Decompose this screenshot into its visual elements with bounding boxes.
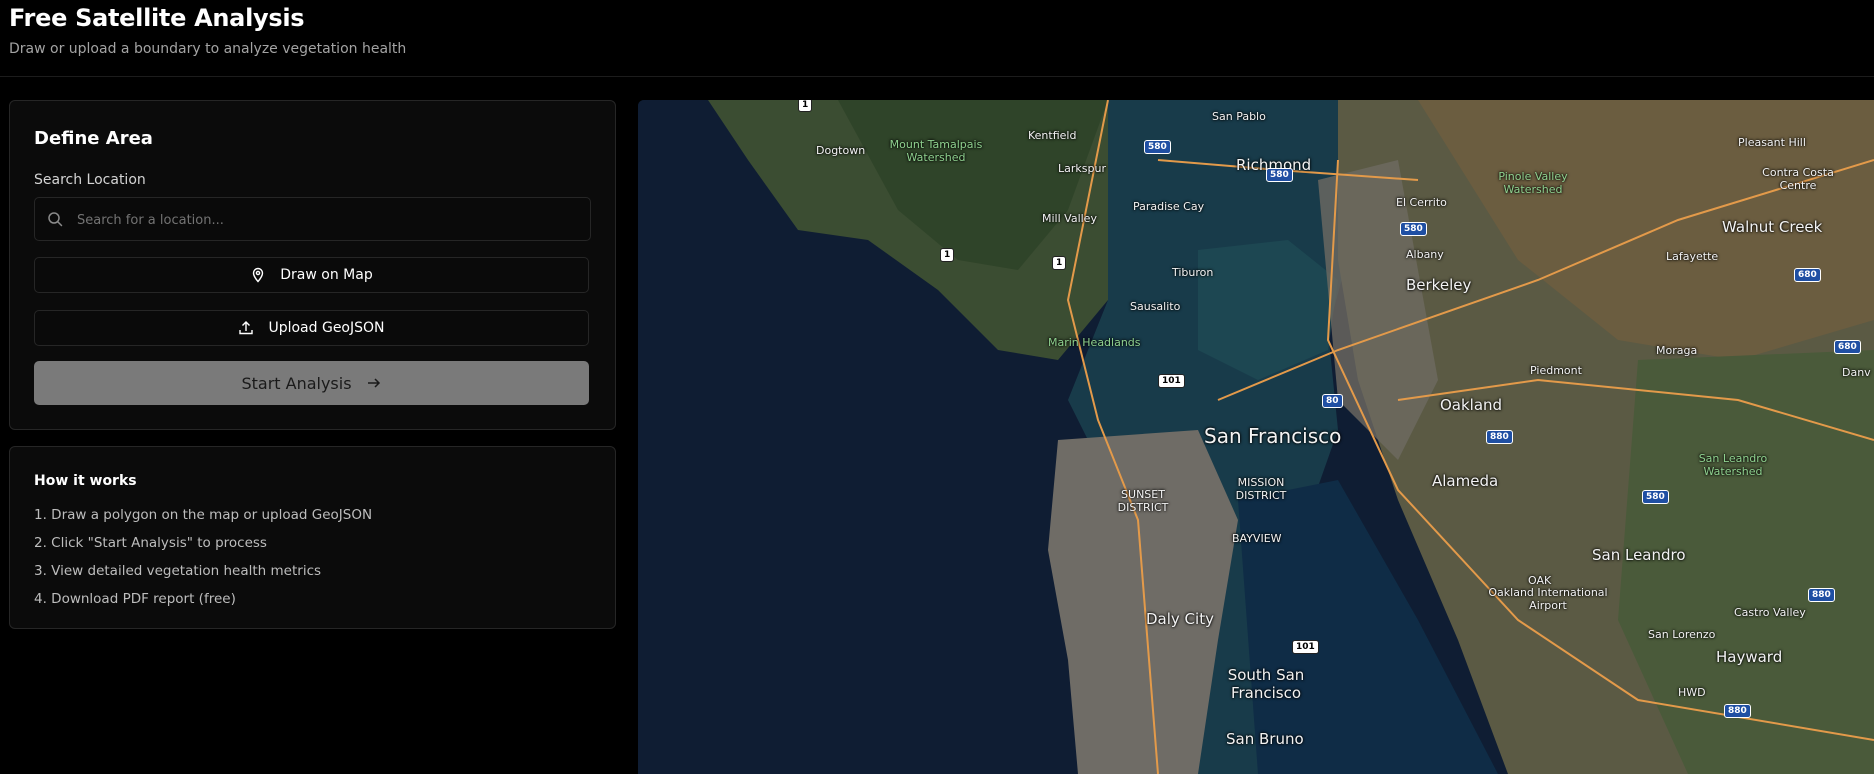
map-label: South San Francisco [1227,666,1305,702]
map-label: San Bruno [1226,730,1304,748]
map-label: Mill Valley [1042,212,1097,225]
map-label: Tiburon [1172,266,1214,279]
highway-shield: 580 [1400,222,1427,236]
how-it-works-steps: 1. Draw a polygon on the map or upload G… [34,501,372,613]
map-label: Dogtown [816,144,866,157]
step-item: 4. Download PDF report (free) [34,591,236,607]
step-item: 1. Draw a polygon on the map or upload G… [34,507,373,523]
satellite-map[interactable]: San Pablo Dogtown Mount Tamalpais Waters… [638,100,1874,774]
upload-geojson-label: Upload GeoJSON [268,320,385,336]
highway-shield: 880 [1486,430,1513,444]
highway-shield: 580 [1266,168,1293,182]
map-label: Lafayette [1666,250,1719,263]
highway-shield: 880 [1808,588,1835,602]
map-label: San Lorenzo [1648,628,1716,641]
map-label: Sausalito [1130,300,1181,313]
search-input[interactable] [75,198,579,242]
map-label: MISSION DISTRICT [1235,476,1287,502]
highway-shield: 680 [1794,268,1821,282]
map-label: Daly City [1146,610,1214,628]
map-label: San Pablo [1212,110,1266,123]
map-label: San Leandro Watershed [1698,452,1768,478]
draw-on-map-button[interactable]: Draw on Map [34,257,589,293]
map-label: Walnut Creek [1722,218,1823,236]
define-area-title: Define Area [34,128,153,149]
map-label: San Francisco [1204,424,1342,448]
search-box [34,197,591,242]
map-label: Kentfield [1028,129,1077,142]
map-label: Albany [1406,248,1444,261]
arrow-right-icon [367,378,380,388]
map-label: Piedmont [1530,364,1582,377]
page-header: Free Satellite Analysis Draw or upload a… [0,0,1874,77]
map-label: SUNSET DISTRICT [1117,488,1169,514]
map-label: Moraga [1656,344,1698,357]
map-label: Marin Headlands [1048,336,1141,349]
map-label: Castro Valley [1734,606,1806,619]
highway-shield: 580 [1642,490,1669,504]
map-label: Berkeley [1406,276,1472,294]
highway-shield: 1 [1052,256,1067,270]
highway-shield: 580 [1144,140,1171,154]
map-label: Oakland International Airport [1488,586,1608,612]
map-label: BAYVIEW [1232,532,1282,545]
start-analysis-button[interactable]: Start Analysis [34,361,589,405]
map-label: Pinole Valley Watershed [1498,170,1568,196]
highway-shield: 680 [1834,340,1861,354]
draw-on-map-label: Draw on Map [280,267,373,283]
map-label: Oakland [1440,396,1503,414]
step-item: 3. View detailed vegetation health metri… [34,563,322,579]
map-label: Larkspur [1058,162,1106,175]
step-item: 2. Click "Start Analysis" to process [34,535,267,551]
upload-icon [239,321,254,335]
map-label: San Leandro [1592,546,1686,564]
map-label: Mount Tamalpais Watershed [889,138,983,164]
highway-shield: 1 [798,100,813,112]
map-label: Contra Costa Centre [1762,166,1834,192]
upload-geojson-button[interactable]: Upload GeoJSON [34,310,589,346]
how-it-works-title: How it works [34,473,137,489]
page-title: Free Satellite Analysis [9,4,305,32]
search-location-label: Search Location [34,172,146,188]
highway-shield: 101 [1292,640,1319,654]
highway-shield: 80 [1322,394,1343,408]
highway-shield: 1 [940,248,955,262]
map-label: El Cerrito [1396,196,1447,209]
highway-shield: 880 [1724,704,1751,718]
search-icon [48,212,63,227]
define-area-card: Define Area Search Location Draw on Map … [9,100,616,430]
map-label: Pleasant Hill [1738,136,1806,149]
how-it-works-card: How it works 1. Draw a polygon on the ma… [9,446,616,629]
page-subtitle: Draw or upload a boundary to analyze veg… [9,41,407,57]
map-label: Hayward [1716,648,1783,666]
map-label: HWD [1678,686,1706,699]
map-pin-icon [253,267,264,283]
map-label: Paradise Cay [1133,200,1205,213]
map-label: Alameda [1432,472,1499,490]
start-analysis-label: Start Analysis [241,373,352,393]
map-label: Danv [1842,366,1871,379]
highway-shield: 101 [1158,374,1185,388]
